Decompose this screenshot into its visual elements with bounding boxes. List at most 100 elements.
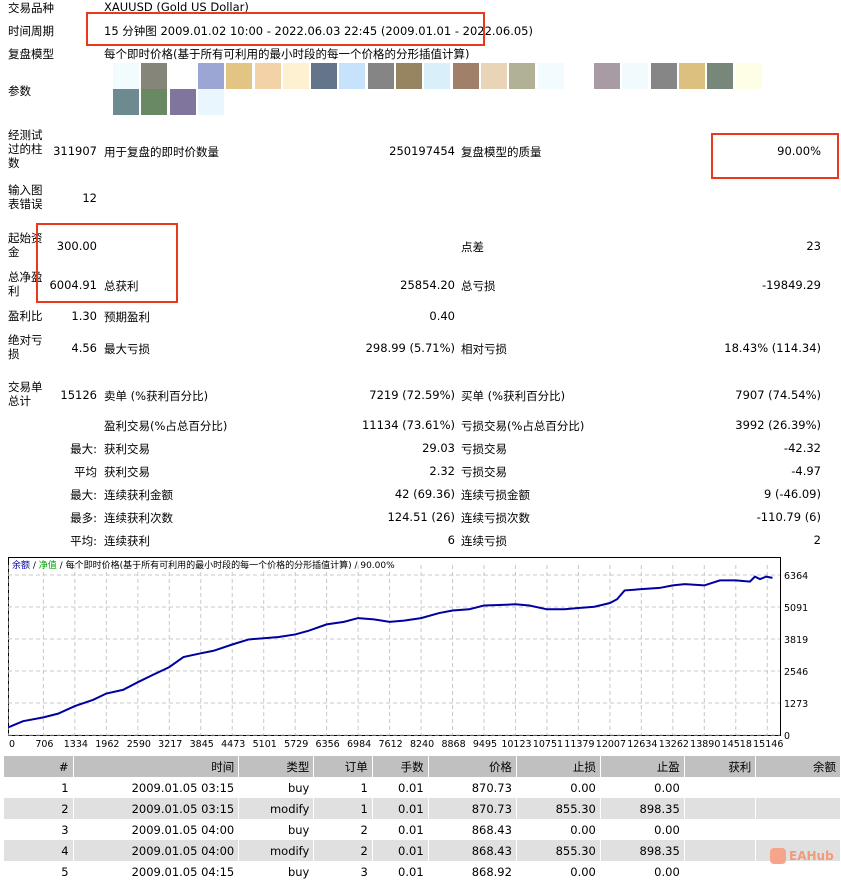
table-row: 5 2009.01.05 04:15 buy 3 0.01 868.92 0.00 0.00 <box>4 861 841 882</box>
redacted-swatch <box>141 63 168 89</box>
table-cell: buy <box>238 861 315 882</box>
x-tick-label: 2590 <box>127 739 151 749</box>
table-cell <box>755 819 841 840</box>
table-cell <box>684 819 757 840</box>
redacted-swatch <box>113 63 139 89</box>
column-header: 类型 <box>238 756 315 777</box>
table-cell: 0.01 <box>372 840 429 861</box>
redacted-swatch <box>424 63 451 89</box>
table-cell: 0.00 <box>600 861 685 882</box>
table-cell: 2 <box>4 798 74 819</box>
column-header: 获利 <box>684 756 757 777</box>
balance-chart: 0 706 1334 1962 2590 3217 3845 4473 5101 5729 6356… <box>8 557 808 749</box>
column-header: 价格 <box>428 756 517 777</box>
x-tick-label: 5729 <box>284 739 308 749</box>
column-header: 订单 <box>313 756 373 777</box>
legend-equity: 净值 <box>39 559 57 571</box>
y-tick-label: 5091 <box>784 603 808 614</box>
y-tick-label: 2546 <box>784 667 808 678</box>
table-cell: 0.00 <box>600 819 685 840</box>
table-cell: modify <box>238 840 315 861</box>
redacted-swatch <box>169 63 196 89</box>
table-row: 4 2009.01.05 04:00 modify 2 0.01 868.43 855.30… <box>4 840 841 861</box>
table-cell: 868.92 <box>428 861 517 882</box>
y-tick-label: 1273 <box>784 699 808 710</box>
table-cell: 0.00 <box>600 777 685 798</box>
redacted-swatch <box>594 63 621 89</box>
chart-legend: 余额 / 净值 / 每个即时价格(基于所有可利用的最小时段的每一个价格的分形插值… <box>12 559 395 571</box>
table-cell: 898.35 <box>600 798 685 819</box>
highlight-quality <box>711 133 839 179</box>
x-tick-label: 11379 <box>564 739 594 749</box>
table-cell <box>684 777 757 798</box>
plot-frame <box>8 557 781 736</box>
table-cell: 1 <box>4 777 74 798</box>
x-tick-label: 6984 <box>347 739 371 749</box>
column-header: 手数 <box>372 756 429 777</box>
table-cell: 2009.01.05 04:00 <box>73 840 240 861</box>
x-tick-label: 10123 <box>501 739 531 749</box>
column-header: # <box>4 756 74 777</box>
table-cell: 2 <box>313 840 373 861</box>
redacted-swatch <box>509 63 536 89</box>
table-cell <box>684 861 757 882</box>
column-header: 时间 <box>73 756 240 777</box>
table-cell <box>684 798 757 819</box>
redacted-swatch <box>622 63 649 89</box>
y-tick-label: 0 <box>784 731 790 742</box>
x-tick-label: 12634 <box>627 739 657 749</box>
highlight-deposit-net <box>36 223 178 303</box>
table-cell: 4 <box>4 840 74 861</box>
table-cell: buy <box>238 777 315 798</box>
redacted-swatch <box>113 89 139 115</box>
table-cell: 868.43 <box>428 819 517 840</box>
x-tick-label: 14518 <box>722 739 752 749</box>
redacted-swatch <box>282 63 309 89</box>
redacted-swatch <box>141 89 168 115</box>
table-cell: 868.43 <box>428 840 517 861</box>
x-tick-label: 5101 <box>253 739 277 749</box>
y-tick-label: 6364 <box>784 571 808 582</box>
table-cell: modify <box>238 798 315 819</box>
x-tick-label: 1962 <box>95 739 119 749</box>
table-cell: 2009.01.05 04:15 <box>73 861 240 882</box>
table-cell: 2009.01.05 03:15 <box>73 798 240 819</box>
watermark-logo: EAHub <box>770 848 834 864</box>
table-cell <box>755 798 841 819</box>
table-row: 2 2009.01.05 03:15 modify 1 0.01 870.73 855.30… <box>4 798 841 819</box>
table-cell: 870.73 <box>428 777 517 798</box>
table-cell <box>684 840 757 861</box>
table-cell: 870.73 <box>428 798 517 819</box>
table-cell: 0.00 <box>516 861 601 882</box>
table-cell: 1 <box>313 777 373 798</box>
x-tick-label: 3845 <box>190 739 214 749</box>
x-tick-label: 1334 <box>64 739 88 749</box>
table-cell: 2009.01.05 04:00 <box>73 819 240 840</box>
x-tick-label: 4473 <box>221 739 245 749</box>
redacted-swatch <box>707 63 734 89</box>
table-cell: 0.00 <box>516 777 601 798</box>
x-tick-label: 10751 <box>533 739 563 749</box>
redacted-swatch <box>396 63 422 89</box>
table-cell: 898.35 <box>600 840 685 861</box>
table-row: 3 2009.01.05 04:00 buy 2 0.01 868.43 0.00 0.00 <box>4 819 841 840</box>
table-cell: 2 <box>313 819 373 840</box>
redacted-swatch <box>367 63 394 89</box>
redacted-swatch <box>537 63 564 89</box>
table-cell <box>755 861 841 882</box>
x-tick-label: 3217 <box>158 739 182 749</box>
x-tick-label: 7612 <box>378 739 402 749</box>
legend-sep1: / <box>30 561 39 571</box>
table-cell: 0.01 <box>372 777 429 798</box>
redacted-swatch <box>197 63 224 89</box>
legend-sep2: / <box>57 561 66 571</box>
table-cell: 855.30 <box>516 798 601 819</box>
redacted-swatch <box>339 63 366 89</box>
redacted-swatch <box>311 63 338 89</box>
column-header: 余额 <box>755 756 841 777</box>
redacted-swatch <box>679 63 705 89</box>
x-tick-label: 13890 <box>690 739 720 749</box>
redacted-swatch <box>735 63 762 89</box>
table-cell: 0.01 <box>372 861 429 882</box>
table-cell: buy <box>238 819 315 840</box>
